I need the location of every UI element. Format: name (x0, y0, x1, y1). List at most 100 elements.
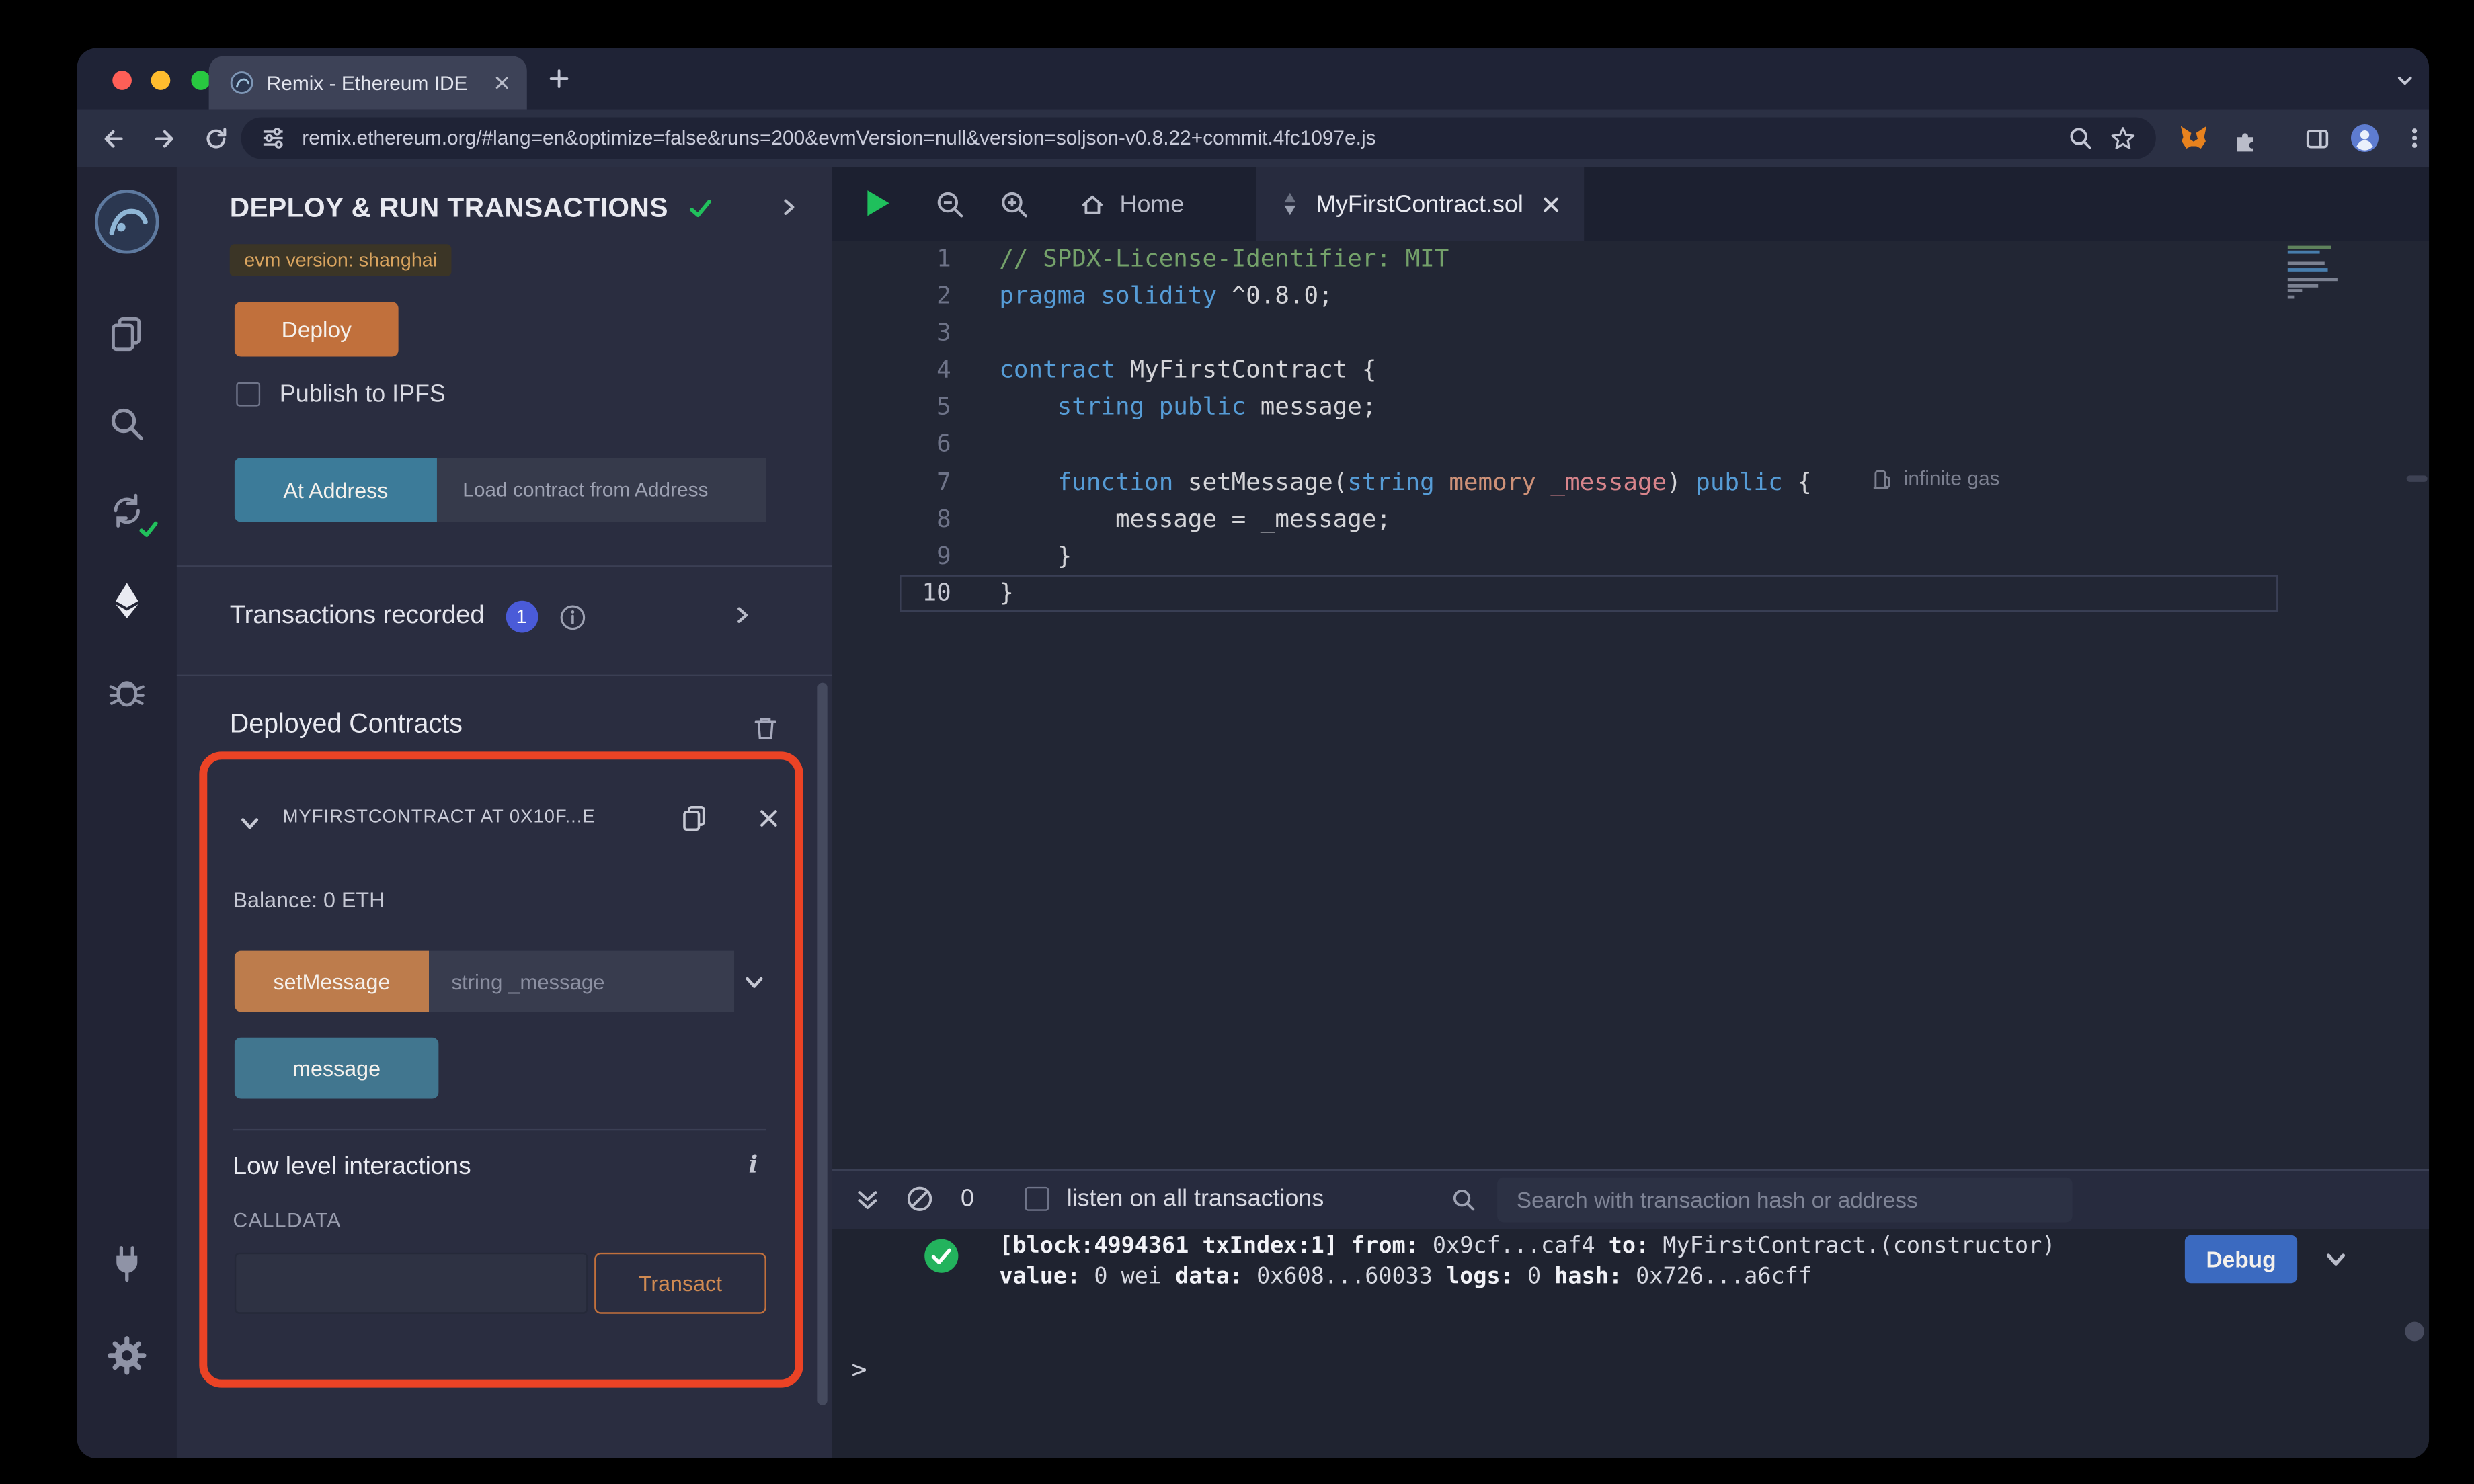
line-number: 3 (936, 318, 951, 347)
tab-home[interactable]: Home (1054, 167, 1210, 241)
gas-estimate-label: infinite gas (1903, 467, 2000, 490)
home-icon (1080, 191, 1105, 216)
divider (176, 674, 832, 677)
publish-ipfs-row: Publish to IPFS (236, 380, 446, 408)
panel-scrollbar[interactable] (817, 682, 828, 1405)
listen-transactions-label: listen on all transactions (1066, 1185, 1324, 1213)
log-lines[interactable]: [block:4994361 txIndex:1] from: 0x9cf...… (999, 1232, 2055, 1293)
forward-button[interactable] (151, 125, 179, 153)
code-line[interactable]: contract MyFirstContract { (999, 352, 1812, 389)
back-button[interactable] (99, 125, 127, 153)
zoom-window-button[interactable] (191, 71, 210, 90)
panel-header: DEPLOY & RUN TRANSACTIONS (230, 193, 713, 225)
plugin-manager-icon[interactable] (106, 1243, 148, 1285)
gas-icon (1873, 468, 1892, 489)
minimize-window-button[interactable] (151, 71, 171, 90)
browser-toolbar: remix.ethereum.org/#lang=en&optimize=fal… (77, 109, 2430, 167)
at-address-button[interactable]: At Address (234, 458, 437, 522)
calldata-input[interactable] (234, 1252, 588, 1314)
remix-app: DEPLOY & RUN TRANSACTIONS evm version: s… (77, 167, 2430, 1458)
bookmark-star-icon[interactable] (2110, 124, 2137, 152)
minimap[interactable] (2287, 245, 2346, 300)
info-icon[interactable] (559, 603, 586, 630)
solidity-file-icon (1279, 191, 1301, 216)
tab-close-icon[interactable] (493, 74, 511, 91)
contract-collapse-chevron-icon[interactable] (238, 811, 262, 835)
code-line[interactable]: // SPDX-License-Identifier: MIT (999, 241, 1812, 278)
expand-terminal-icon[interactable] (854, 1187, 880, 1212)
close-window-button[interactable] (112, 71, 132, 90)
terminal-search-input[interactable] (1497, 1177, 2073, 1223)
load-contract-input[interactable] (436, 458, 766, 522)
code-line[interactable]: function setMessage(string memory _messa… (999, 464, 1812, 501)
icon-rail (77, 167, 177, 1458)
address-bar[interactable]: remix.ethereum.org/#lang=en&optimize=fal… (241, 117, 2156, 159)
deployed-contract-title[interactable]: MYFIRSTCONTRACT AT 0X10F...E (283, 808, 669, 827)
zoom-out-icon[interactable] (935, 190, 964, 218)
metamask-extension-icon[interactable] (2178, 124, 2208, 153)
zoom-in-icon[interactable] (999, 190, 1028, 218)
tab-home-label: Home (1119, 190, 1185, 218)
extensions-puzzle-icon[interactable] (2231, 125, 2259, 153)
low-level-info-icon[interactable]: i (749, 1150, 758, 1179)
code-line[interactable]: pragma solidity ^0.8.0; (999, 278, 1812, 315)
panel-collapse-chevron-icon[interactable] (778, 196, 800, 218)
message-button[interactable]: message (234, 1037, 439, 1099)
code-line[interactable] (999, 315, 1812, 352)
window-controls (112, 69, 223, 98)
editor-scrollbar[interactable] (2406, 475, 2428, 481)
set-message-button[interactable]: setMessage (234, 950, 430, 1012)
deploy-button[interactable]: Deploy (234, 302, 399, 357)
settings-gear-icon[interactable] (106, 1335, 148, 1376)
debug-button[interactable]: Debug (2184, 1235, 2298, 1284)
new-tab-button[interactable] (546, 66, 571, 91)
publish-ipfs-label: Publish to IPFS (279, 380, 446, 408)
file-explorer-icon[interactable] (106, 313, 148, 355)
tab-search-chevron-icon[interactable] (2394, 69, 2416, 91)
code-line[interactable]: message = _message; (999, 501, 1812, 538)
code-line[interactable]: string public message; (999, 389, 1812, 426)
transactions-expand-chevron-icon[interactable] (731, 604, 753, 626)
tab-close-icon[interactable] (1541, 194, 1562, 214)
set-message-expand-chevron-icon[interactable] (742, 970, 766, 994)
clear-console-icon[interactable] (906, 1186, 934, 1213)
calldata-label: CALLDATA (233, 1209, 342, 1232)
transact-button[interactable]: Transact (594, 1252, 766, 1314)
code-editor[interactable]: 1 2 3 4 5 6 7 8 9 10 // SPDX-License-Identifier: … (832, 241, 2430, 1169)
code-lines[interactable]: // SPDX-License-Identifier: MIT pragma so… (999, 241, 1812, 612)
remix-logo[interactable] (91, 186, 162, 257)
terminal-prompt[interactable]: > (851, 1354, 867, 1384)
code-line[interactable]: } (999, 538, 1812, 575)
debugger-icon[interactable] (106, 669, 148, 711)
contract-close-icon[interactable] (757, 807, 781, 831)
search-icon[interactable] (106, 403, 148, 445)
publish-ipfs-checkbox[interactable] (236, 382, 261, 407)
terminal-scrollbar-dot[interactable] (2405, 1321, 2424, 1342)
tab-myfirstcontract[interactable]: MyFirstContract.sol (1256, 167, 1585, 241)
log-expand-chevron-icon[interactable] (2323, 1246, 2348, 1272)
line-number: 10 (922, 577, 951, 607)
set-message-input[interactable] (429, 950, 735, 1012)
code-line[interactable]: } (999, 575, 1812, 612)
deploy-run-icon[interactable] (106, 580, 148, 622)
listen-transactions-checkbox[interactable] (1025, 1186, 1049, 1211)
profile-avatar[interactable] (2350, 124, 2379, 153)
zoom-icon[interactable] (2067, 125, 2093, 151)
run-script-play-icon[interactable] (865, 188, 892, 218)
deployed-contracts-heading: Deployed Contracts (229, 710, 463, 739)
site-settings-icon[interactable] (260, 125, 286, 151)
editor-tabbar: Home MyFirstContract.sol (832, 167, 2430, 241)
transaction-success-icon[interactable] (924, 1238, 959, 1274)
side-panel-icon[interactable] (2304, 125, 2331, 153)
copy-icon[interactable] (680, 803, 709, 832)
reload-button[interactable] (202, 125, 230, 153)
solidity-compiler-icon[interactable] (106, 490, 158, 538)
code-line[interactable] (999, 426, 1812, 463)
browser-tab[interactable]: Remix - Ethereum IDE (208, 56, 527, 110)
evm-version-badge: evm version: shanghai (229, 244, 452, 277)
compile-success-badge (138, 519, 159, 540)
divider (233, 1128, 766, 1131)
at-address-row: At Address (234, 458, 766, 522)
menu-kebab-icon[interactable] (2401, 125, 2427, 151)
trash-icon[interactable] (752, 714, 779, 742)
